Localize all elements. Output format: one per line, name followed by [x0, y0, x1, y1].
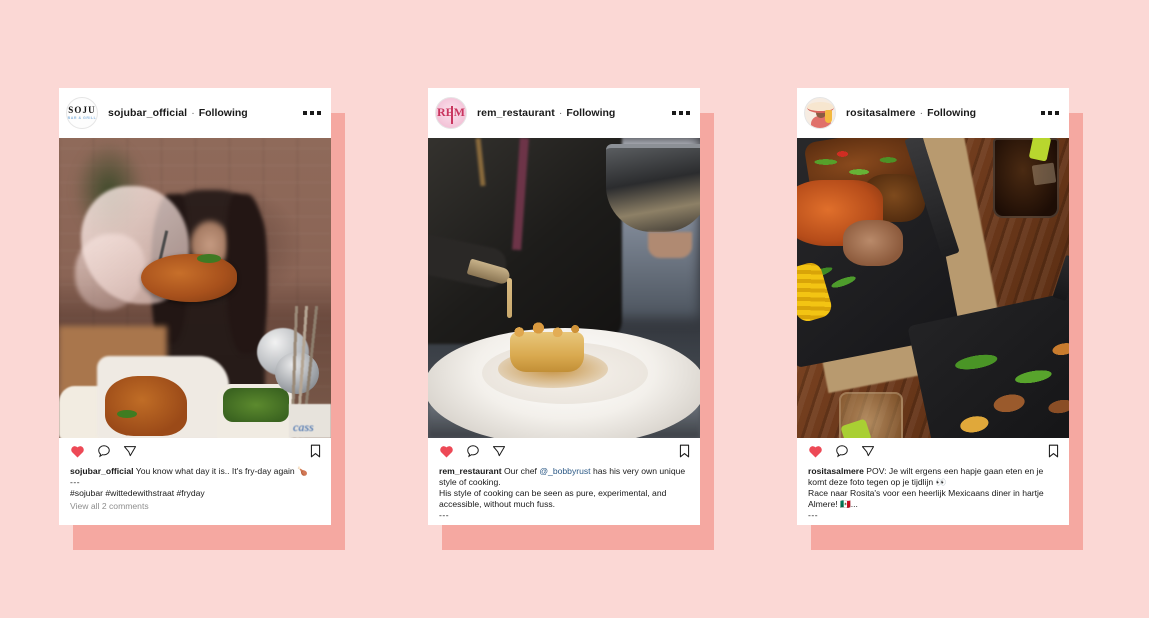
photo-chicken-bites — [105, 376, 187, 436]
follow-state-button[interactable]: Following — [199, 107, 248, 119]
caption-line-1: rositasalmere POV: Je wilt ergens een ha… — [808, 466, 1058, 488]
photo-sauce-drip — [507, 278, 512, 318]
post-author: rem_restaurant · Following — [477, 107, 615, 119]
post-card-3: rositasalmere · Following rositasalmere … — [797, 88, 1083, 550]
avatar[interactable]: REM — [435, 97, 467, 129]
caption-author[interactable]: rem_restaurant — [439, 466, 502, 476]
photo-beer-label — [289, 404, 331, 438]
avatar-illustration-drink — [825, 110, 832, 123]
post-image — [797, 138, 1069, 438]
caption-line-2: His style of cooking can be seen as pure… — [439, 488, 669, 510]
post-image — [59, 138, 331, 438]
share-icon[interactable] — [492, 444, 506, 458]
caption-mention[interactable]: @_bobbyrust — [539, 466, 590, 476]
heart-icon[interactable] — [439, 444, 454, 458]
photo-saucepan — [606, 144, 700, 232]
photo-hand-holding-pan — [648, 232, 692, 258]
comment-icon[interactable] — [466, 444, 480, 458]
caption-prefix: Our chef — [503, 466, 540, 476]
post-caption: rositasalmere POV: Je wilt ergens een ha… — [797, 463, 1069, 525]
share-icon[interactable] — [861, 444, 875, 458]
more-options-icon[interactable] — [1041, 111, 1061, 115]
caption-line-3: --- — [808, 510, 819, 521]
post-actions — [797, 438, 1069, 463]
caption-author[interactable]: rositasalmere — [808, 466, 864, 476]
avatar[interactable]: SOJU BAR & GRILL — [66, 97, 98, 129]
avatar-logo-bar — [451, 106, 453, 124]
post-caption: rem_restaurant Our chef @_bobbyrust has … — [428, 463, 700, 525]
comment-icon[interactable] — [835, 444, 849, 458]
post-card: REM rem_restaurant · Following — [428, 88, 700, 525]
post-header: SOJU BAR & GRILL sojubar_official · Foll… — [59, 88, 331, 138]
more-options-icon[interactable] — [672, 111, 692, 115]
post-image — [428, 138, 700, 438]
post-actions — [59, 438, 331, 463]
caption-line-1: rem_restaurant Our chef @_bobbyrust has … — [439, 466, 689, 488]
heart-icon[interactable] — [70, 444, 85, 458]
caption-author[interactable]: sojubar_official — [70, 466, 134, 476]
post-card: SOJU BAR & GRILL sojubar_official · Foll… — [59, 88, 331, 525]
avatar-logo-text: SOJU — [68, 105, 96, 115]
photo-scallion-salad — [223, 388, 289, 422]
bookmark-icon[interactable] — [678, 444, 691, 458]
view-comments-link[interactable]: View all 2 comments — [70, 501, 320, 512]
comment-icon[interactable] — [97, 444, 111, 458]
caption-line-3: --- — [439, 510, 450, 521]
photo-green-chili-2 — [117, 410, 137, 418]
photo-ice-cube — [1031, 162, 1057, 186]
view-comments-link[interactable]: View all 8 comments — [439, 523, 689, 525]
separator-dot: · — [558, 107, 563, 119]
photo-fried-chicken — [141, 254, 237, 302]
username-link[interactable]: sojubar_official — [108, 107, 187, 119]
post-card: rositasalmere · Following rositasalmere … — [797, 88, 1069, 525]
more-options-icon[interactable] — [303, 111, 323, 115]
caption-text-1: You know what day it is.. It's fry-day a… — [135, 466, 308, 476]
post-card-1: SOJU BAR & GRILL sojubar_official · Foll… — [59, 88, 345, 550]
heart-icon[interactable] — [808, 444, 823, 458]
username-link[interactable]: rem_restaurant — [477, 107, 555, 119]
bookmark-icon[interactable] — [1047, 444, 1060, 458]
separator-dot: · — [191, 107, 195, 119]
post-author: sojubar_official · Following — [108, 107, 248, 119]
photo-peppers-garnish — [805, 146, 909, 186]
post-header: rositasalmere · Following — [797, 88, 1069, 138]
view-comments-link[interactable]: View all 11 comments — [808, 523, 1058, 525]
post-header: REM rem_restaurant · Following — [428, 88, 700, 138]
avatar-logo-subtext: BAR & GRILL — [67, 116, 97, 120]
post-card-2: REM rem_restaurant · Following — [428, 88, 714, 550]
follow-state-button[interactable]: Following — [566, 107, 615, 119]
separator-dot: · — [919, 107, 924, 119]
avatar[interactable] — [804, 97, 836, 129]
post-actions — [428, 438, 700, 463]
caption-line-2: --- — [70, 477, 81, 488]
post-author: rositasalmere · Following — [846, 107, 976, 119]
post-caption: sojubar_official You know what day it is… — [59, 463, 331, 525]
caption-line-2: Race naar Rosita's voor een heerlijk Mex… — [808, 488, 1046, 510]
instagram-posts-board: SOJU BAR & GRILL sojubar_official · Foll… — [0, 0, 1149, 618]
follow-state-button[interactable]: Following — [927, 107, 976, 119]
share-icon[interactable] — [123, 444, 137, 458]
username-link[interactable]: rositasalmere — [846, 107, 916, 119]
photo-green-chili — [197, 254, 221, 263]
caption-line-3: #sojubar #wittedewithstraat #fryday — [70, 488, 205, 499]
photo-garnish-crumbs — [508, 320, 588, 340]
bookmark-icon[interactable] — [309, 444, 322, 458]
caption-line-1: sojubar_official You know what day it is… — [70, 466, 320, 477]
